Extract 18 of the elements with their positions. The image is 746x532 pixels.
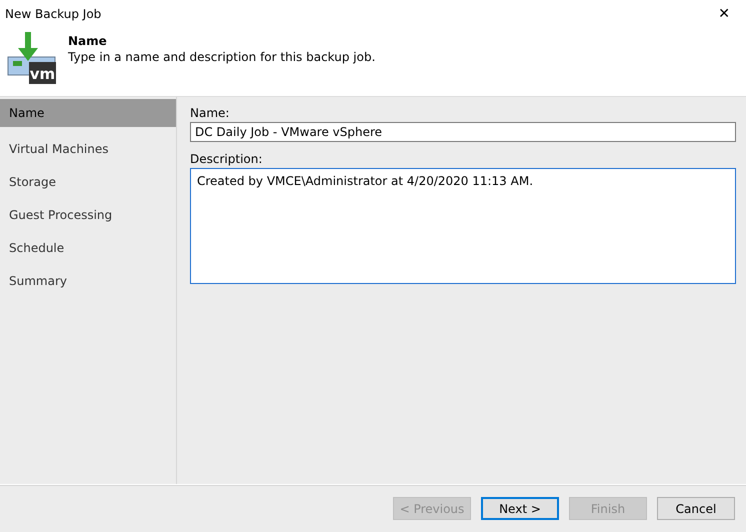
- description-field[interactable]: Created by VMCE\Administrator at 4/20/2020 11:13 AM.: [190, 168, 736, 284]
- window-title: New Backup Job: [5, 7, 102, 21]
- sidebar-item[interactable]: Guest Processing: [0, 198, 176, 231]
- sidebar-item[interactable]: Schedule: [0, 231, 176, 264]
- header-subtitle: Type in a name and description for this backup job.: [68, 50, 376, 64]
- wizard-button[interactable]: Cancel: [657, 497, 735, 520]
- sidebar-item[interactable]: Name: [0, 99, 176, 127]
- wizard-button[interactable]: Next >: [481, 497, 559, 520]
- name-field[interactable]: DC Daily Job - VMware vSphere: [190, 122, 736, 142]
- vm-label: vm: [30, 65, 56, 83]
- sidebar-item[interactable]: Virtual Machines: [0, 132, 176, 165]
- description-label: Description:: [190, 152, 264, 166]
- sidebar-item[interactable]: Storage: [0, 165, 176, 198]
- name-label: Name:: [190, 106, 230, 120]
- header-title: Name: [68, 34, 108, 48]
- backup-vm-icon: [8, 32, 56, 84]
- close-button[interactable]: ✕: [714, 6, 734, 22]
- sidebar-item[interactable]: Summary: [0, 264, 176, 297]
